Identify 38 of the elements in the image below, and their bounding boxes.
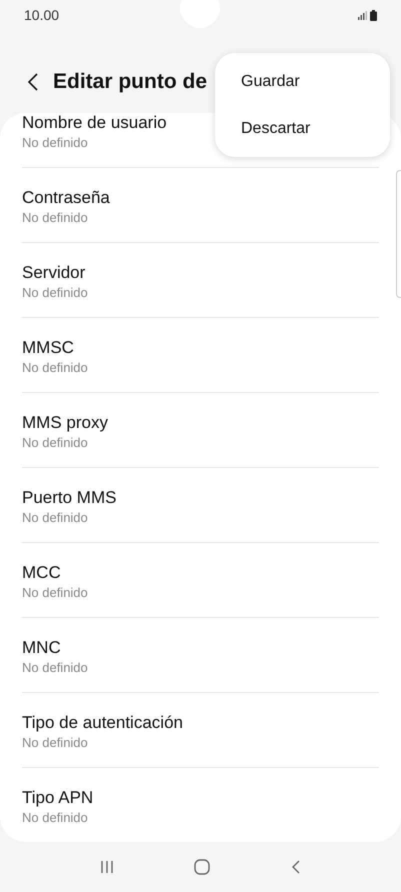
menu-item[interactable]: Guardar <box>215 58 390 105</box>
back-icon[interactable] <box>28 72 38 90</box>
setting-value: No definido <box>22 809 89 827</box>
setting-label: Puerto MMS <box>22 487 116 509</box>
setting-label: Nombre de usuario <box>22 113 167 134</box>
battery-icon <box>370 10 377 20</box>
setting-item[interactable]: Tipo de autenticación No definido <box>22 693 379 768</box>
setting-item[interactable]: MMS proxy No definido <box>22 393 379 468</box>
page-title: Editar punto de <box>53 70 207 94</box>
setting-label: MMS proxy <box>22 412 108 434</box>
setting-label: Servidor <box>22 262 86 284</box>
scrollbar[interactable] <box>396 170 401 298</box>
setting-value: No definido <box>22 209 89 227</box>
setting-item[interactable]: Servidor No definido <box>22 243 379 318</box>
setting-value: No definido <box>22 434 89 452</box>
setting-item[interactable]: Puerto MMS No definido <box>22 468 379 543</box>
setting-value: No definido <box>22 509 89 527</box>
home-icon[interactable] <box>194 859 210 875</box>
setting-item[interactable]: MMSC No definido <box>22 318 379 393</box>
setting-item[interactable]: Contraseña No definido <box>22 168 379 243</box>
setting-label: MCC <box>22 562 61 584</box>
setting-value: No definido <box>22 734 89 752</box>
setting-value: No definido <box>22 134 89 152</box>
setting-value: No definido <box>22 284 89 302</box>
setting-label: MMSC <box>22 337 74 359</box>
setting-value: No definido <box>22 359 89 377</box>
setting-item[interactable]: MNC No definido <box>22 618 379 693</box>
recent-apps-icon[interactable] <box>100 860 113 874</box>
signal-icon <box>358 10 367 20</box>
setting-label: Tipo APN <box>22 787 94 809</box>
setting-item[interactable]: Tipo APN No definido <box>22 768 379 842</box>
setting-label: Contraseña <box>22 187 110 209</box>
setting-value: No definido <box>22 659 89 677</box>
setting-label: MNC <box>22 637 61 659</box>
setting-label: Tipo de autenticación <box>22 712 183 734</box>
setting-item[interactable]: MCC No definido <box>22 543 379 618</box>
status-time: 10.00 <box>24 7 60 23</box>
setting-value: No definido <box>22 584 89 602</box>
